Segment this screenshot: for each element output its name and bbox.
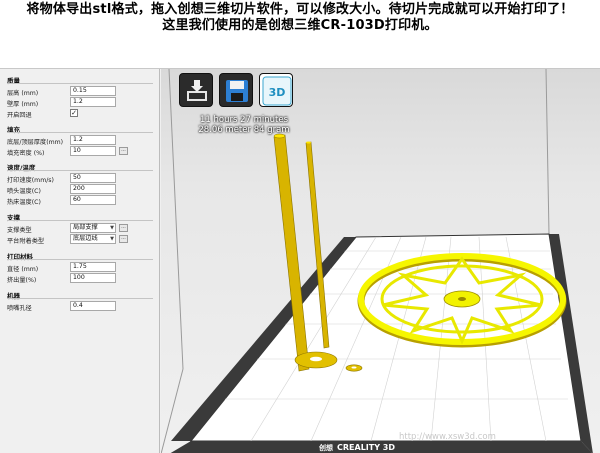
build-volume-edge [168, 69, 184, 370]
nozzle-size-label: 喷嘴孔径 [7, 305, 32, 312]
caption-line-2: 这里我们使用的是创想三维CR-103D打印机。 [162, 18, 438, 33]
section-divider [7, 170, 153, 171]
brand-icon-text: 3D [269, 86, 286, 99]
load-model-button[interactable] [179, 73, 213, 107]
section-divider [7, 83, 153, 84]
washer-hole [310, 356, 322, 362]
3d-viewport[interactable]: 创想 CREALITY 3D 3D 11 hours 27 minutes 28… [161, 69, 600, 453]
save-button[interactable] [219, 73, 253, 107]
bed-temp-input[interactable]: 60 [70, 195, 116, 205]
fill-density-input[interactable]: 10 [70, 146, 116, 156]
nozzle-size-input[interactable]: 0.4 [70, 301, 116, 311]
nozzle-temp-input[interactable]: 200 [70, 184, 116, 194]
layer-height-input[interactable]: 0.15 [70, 86, 116, 96]
retraction-checkbox[interactable]: ✓ [70, 109, 78, 117]
fill-density-more-button[interactable]: ... [119, 147, 128, 155]
chevron-down-icon: ▼ [110, 236, 114, 242]
print-time-text: 11 hours 27 minutes [199, 115, 289, 125]
bed-brand-text: CREALITY 3D [337, 443, 395, 452]
adhesion-type-value: 底层边线 [73, 235, 98, 242]
shell-thickness-label: 壁厚 (mm) [7, 101, 39, 108]
adhesion-type-label: 平台附着类型 [7, 238, 45, 245]
caption-line-1: 将物体导出stl格式，拖入创想三维切片软件，可以修改大小。待切片完成就可以开始打… [26, 2, 574, 17]
fill-density-label: 填充密度 (%) [7, 150, 45, 157]
print-speed-input[interactable]: 50 [70, 173, 116, 183]
caption: 将物体导出stl格式，拖入创想三维切片软件，可以修改大小。待切片完成就可以开始打… [0, 2, 600, 64]
filament-diameter-input[interactable]: 1.75 [70, 262, 116, 272]
brand-button[interactable]: 3D [259, 73, 293, 107]
nozzle-temp-label: 喷头温度(C) [7, 188, 41, 195]
washer-hole [351, 366, 357, 369]
save-icon [226, 80, 248, 102]
flow-input[interactable]: 100 [70, 273, 116, 283]
top-bottom-thickness-input[interactable]: 1.2 [70, 135, 116, 145]
support-type-more-button[interactable]: ... [119, 224, 128, 232]
load-icon [187, 80, 207, 101]
build-volume-edge [545, 69, 550, 235]
print-material-text: 28.06 meter 84 gram [198, 125, 290, 135]
adhesion-type-select[interactable]: 底层边线 ▼ [70, 234, 116, 244]
bed-logo-text: 创想 [318, 443, 333, 452]
section-divider [7, 132, 153, 133]
bed-temp-label: 热床温度(C) [7, 199, 41, 206]
shell-thickness-input[interactable]: 1.2 [70, 97, 116, 107]
support-type-label: 支撑类型 [7, 227, 32, 234]
section-divider [7, 298, 153, 299]
brand-icon: 3D [262, 76, 292, 106]
section-divider [7, 259, 153, 260]
section-divider [7, 220, 153, 221]
layer-height-label: 层高 (mm) [7, 90, 39, 97]
slicer-app-window: 质量 层高 (mm) 0.15 壁厚 (mm) 1.2 开启回退 ✓ 填充 底层… [0, 68, 600, 453]
retraction-label: 开启回退 [7, 112, 32, 119]
flow-label: 挤出量(%) [7, 277, 37, 284]
support-type-value: 局部支撑 [73, 224, 98, 231]
top-bottom-thickness-label: 底层/顶层厚度(mm) [7, 139, 64, 146]
settings-panel: 质量 层高 (mm) 0.15 壁厚 (mm) 1.2 开启回退 ✓ 填充 底层… [0, 69, 160, 453]
chevron-down-icon: ▼ [110, 225, 114, 231]
filament-diameter-label: 直径 (mm) [7, 266, 39, 273]
print-speed-label: 打印速度(mm/s) [7, 177, 54, 184]
adhesion-type-more-button[interactable]: ... [119, 235, 128, 243]
support-type-select[interactable]: 局部支撑 ▼ [70, 223, 116, 233]
print-estimate: 11 hours 27 minutes 28.06 meter 84 gram [189, 115, 299, 135]
watermark: http://www.xsw3d.com [399, 432, 496, 442]
rod-top [306, 141, 311, 144]
